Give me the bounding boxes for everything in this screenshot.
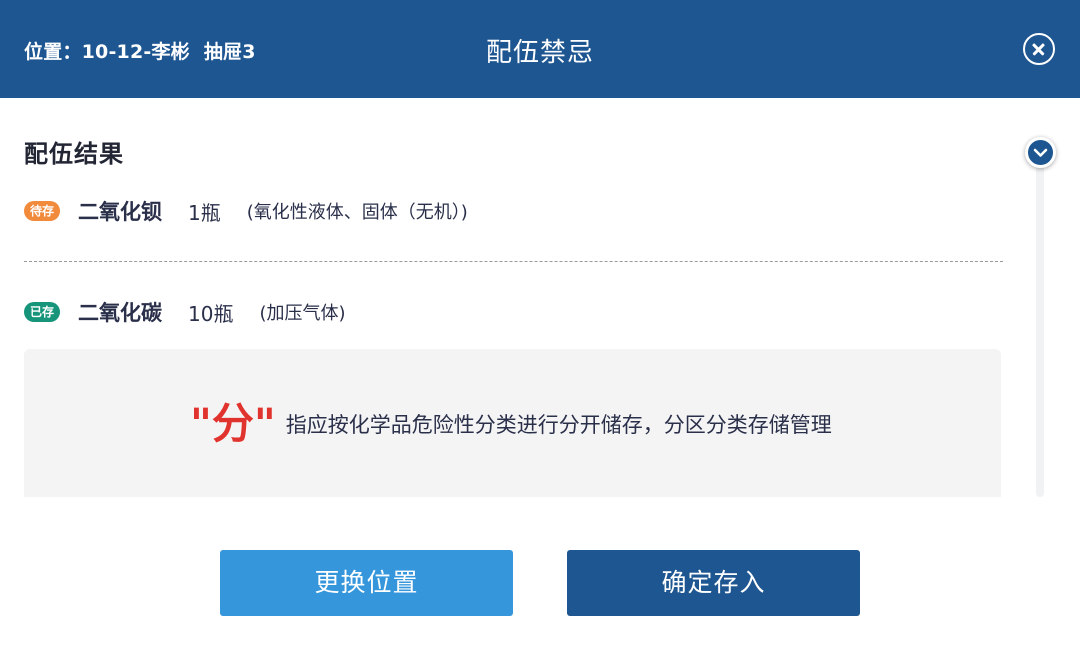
chemical-category: (加压气体) bbox=[259, 303, 346, 324]
hint-line: "分" 指应按化学品危险性分类进行分开储存，分区分类存储管理 bbox=[190, 400, 832, 448]
scrollbar-track[interactable] bbox=[1036, 160, 1044, 497]
chemical-category: (氧化性液体、固体（无机）) bbox=[246, 202, 468, 223]
hint-text: 指应按化学品危险性分类进行分开储存，分区分类存储管理 bbox=[285, 413, 832, 437]
hint-keyword: "分" bbox=[190, 399, 276, 448]
dialog-header: 位置：10-12-李彬 抽屉3 配伍禁忌 bbox=[0, 0, 1080, 98]
divider bbox=[24, 261, 1003, 262]
confirm-store-button[interactable]: 确定存入 bbox=[567, 550, 860, 616]
pending-badge: 待存 bbox=[24, 201, 61, 221]
close-icon[interactable] bbox=[1023, 33, 1055, 65]
stored-badge: 已存 bbox=[24, 302, 61, 322]
result-item-stored: 已存 二氧化碳 10瓶 (加压气体) bbox=[24, 297, 346, 327]
result-section-title: 配伍结果 bbox=[24, 140, 124, 168]
change-location-button[interactable]: 更换位置 bbox=[220, 550, 513, 616]
chemical-quantity: 10瓶 bbox=[188, 301, 234, 326]
dialog-title: 配伍禁忌 bbox=[485, 38, 594, 68]
chemical-quantity: 1瓶 bbox=[188, 200, 221, 225]
chevron-down-icon[interactable] bbox=[1025, 137, 1056, 168]
chemical-name: 二氧化钡 bbox=[78, 200, 163, 224]
chemical-name: 二氧化碳 bbox=[78, 301, 163, 325]
result-item-pending: 待存 二氧化钡 1瓶 (氧化性液体、固体（无机）) bbox=[24, 196, 468, 226]
